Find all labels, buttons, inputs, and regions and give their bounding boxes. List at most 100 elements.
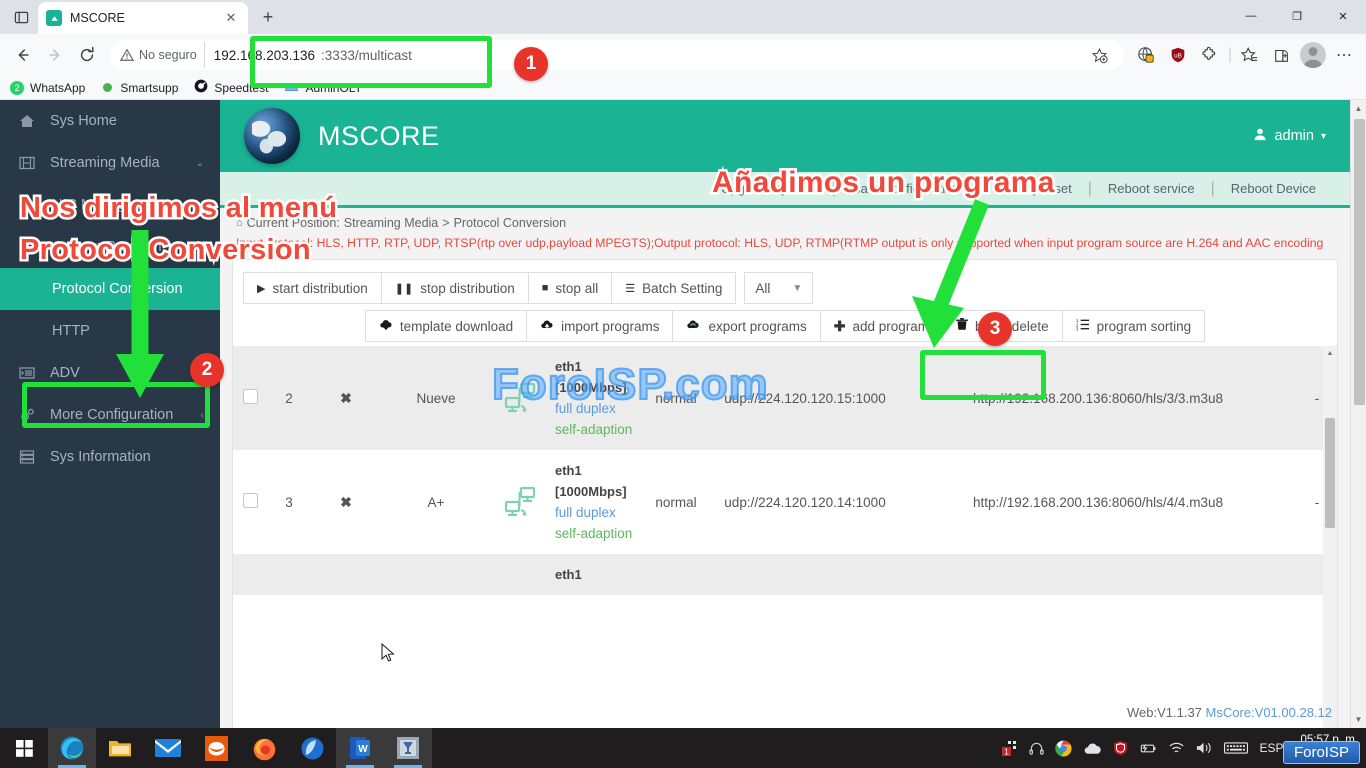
back-arrow-icon[interactable] (8, 40, 38, 70)
batch-setting-button[interactable]: ☰ Batch Setting (611, 272, 736, 304)
settings-more-icon[interactable]: ⋯ (1330, 41, 1358, 69)
stop-distribution-button[interactable]: ❚❚ stop distribution (381, 272, 528, 304)
onedrive-icon[interactable] (1083, 742, 1102, 755)
profile-avatar-icon[interactable] (1300, 42, 1326, 68)
x-mark-icon[interactable]: ✖ (340, 494, 352, 510)
bookmark-label: Smartsupp (120, 81, 178, 95)
taskbar-app-moon[interactable] (288, 728, 336, 768)
language-indicator[interactable]: ESP (1259, 741, 1283, 755)
import-programs-button[interactable]: import programs (526, 310, 672, 342)
globe-icon (244, 108, 300, 164)
nic-speed: [1000Mbps] (555, 484, 627, 499)
wifi-icon[interactable] (1168, 741, 1185, 755)
breadcrumb: ⌂ Current Position: Streaming Media > Pr… (220, 208, 1350, 230)
sidebar-item-sys-information[interactable]: Sys Information (0, 436, 220, 478)
ublock-shield-icon[interactable]: uB (1164, 41, 1192, 69)
hamburger-icon: ☰ (625, 282, 635, 295)
page-scroll-thumb[interactable] (1354, 119, 1365, 405)
reload-icon[interactable] (72, 40, 102, 70)
minimize-icon[interactable]: — (1228, 0, 1274, 32)
table-scroll-thumb[interactable] (1325, 418, 1335, 528)
taskbar-app-mail[interactable] (144, 728, 192, 768)
programs-table-area: 2 ✖ Nueve (233, 346, 1337, 728)
nic-name: eth1 (555, 463, 582, 478)
nic-duplex: full duplex (555, 505, 616, 520)
maximize-icon[interactable]: ❐ (1274, 0, 1320, 32)
row-index: 3 (267, 450, 311, 554)
row-checkbox[interactable] (243, 493, 258, 508)
taskbar-app-thunderbird[interactable] (192, 728, 240, 768)
annotation-highlight-url (250, 36, 492, 88)
row-checkbox[interactable] (243, 389, 258, 404)
sidebar-item-sys-home[interactable]: Sys Home (0, 100, 220, 142)
browser-tab[interactable]: MSCORE ✕ (38, 2, 248, 34)
annotation-note-1-line-1: Nos dirigimos al menú (20, 192, 337, 225)
export-programs-button[interactable]: export programs (672, 310, 819, 342)
user-icon (1253, 127, 1267, 145)
button-label: export programs (708, 319, 806, 334)
taskbar-app-file-explorer[interactable] (96, 728, 144, 768)
toolbar-row-primary: ▶ start distribution ❚❚ stop distributio… (233, 260, 1337, 304)
filter-select[interactable]: All ▼ (744, 272, 813, 304)
tab-search-icon[interactable] (4, 2, 38, 32)
favorite-star-icon[interactable] (1086, 41, 1114, 69)
table-row[interactable]: 3 ✖ A+ (233, 450, 1337, 554)
scroll-up-icon[interactable]: ▲ (1323, 346, 1337, 360)
program-sorting-button[interactable]: 123 program sorting (1062, 310, 1206, 342)
button-label: program sorting (1097, 319, 1192, 334)
battery-icon[interactable] (1139, 742, 1157, 755)
table-scrollbar[interactable]: ▲ (1323, 346, 1337, 728)
row-input-url: udp://224.120.120.14:1000 (711, 450, 899, 554)
whatsapp-icon: 2 (10, 81, 24, 95)
page-scrollbar[interactable]: ▲ ▼ (1350, 100, 1366, 728)
taskbar-app-edge[interactable] (48, 728, 96, 768)
windows-start-icon[interactable] (0, 728, 48, 768)
start-distribution-button[interactable]: ▶ start distribution (243, 272, 381, 304)
cloud-upload-icon (540, 319, 554, 334)
plus-icon: ✚ (834, 318, 846, 335)
version-footer: Web:V1.1.37 MsCore:V01.00.28.12 (1127, 705, 1332, 720)
row-name: A+ (381, 450, 491, 554)
translate-icon[interactable] (1132, 41, 1160, 69)
button-label: stop all (555, 281, 598, 296)
table-row[interactable]: 2 ✖ Nueve (233, 346, 1337, 450)
annotation-badge-3: 3 (978, 312, 1012, 346)
template-download-button[interactable]: template download (365, 310, 526, 342)
taskbar-app-firefox[interactable] (240, 728, 288, 768)
cloud-download-icon (379, 319, 393, 334)
split-screen-icon[interactable] (1268, 41, 1296, 69)
security-status[interactable]: No seguro (120, 48, 197, 62)
close-icon[interactable]: ✕ (222, 9, 240, 27)
plus-icon[interactable]: + (254, 3, 282, 31)
breadcrumb-protocol-conversion: Protocol Conversion (454, 216, 567, 230)
bookmark-smartsupp[interactable]: Smartsupp (101, 81, 178, 95)
taskbar-app-word[interactable]: W (336, 728, 384, 768)
volume-icon[interactable] (1196, 741, 1213, 755)
user-name: admin (1274, 128, 1314, 144)
bookmarks-bar: 2 WhatsApp Smartsupp Speedtest AdminOLT (0, 76, 1366, 100)
user-menu[interactable]: admin ▾ (1253, 127, 1326, 145)
film-icon (18, 155, 36, 171)
chrome-icon[interactable] (1055, 740, 1072, 757)
breadcrumb-streaming-media[interactable]: Streaming Media (344, 216, 439, 230)
action-reboot-service[interactable]: Reboot service (1092, 181, 1211, 196)
notifications-badge-icon[interactable]: 1 (1002, 740, 1018, 756)
table-row[interactable]: eth1 (233, 554, 1337, 595)
scroll-up-icon[interactable]: ▲ (1351, 100, 1366, 117)
bookmark-whatsapp[interactable]: 2 WhatsApp (10, 81, 85, 95)
row-name (381, 554, 491, 595)
mcafee-icon[interactable] (1113, 740, 1128, 756)
headset-icon[interactable] (1029, 741, 1044, 756)
keyboard-icon[interactable] (1224, 741, 1248, 755)
sidebar-item-streaming-media[interactable]: Streaming Media ⌄ (0, 142, 220, 184)
action-reboot-device[interactable]: Reboot Device (1215, 181, 1332, 196)
filter-value: All (755, 281, 770, 296)
x-mark-icon[interactable]: ✖ (340, 390, 352, 406)
server-icon (18, 449, 36, 465)
close-icon[interactable]: ✕ (1320, 0, 1366, 32)
scroll-down-icon[interactable]: ▼ (1351, 711, 1366, 728)
taskbar-app-winbox[interactable] (384, 728, 432, 768)
collections-star-icon[interactable] (1236, 41, 1264, 69)
stop-all-button[interactable]: ■ stop all (528, 272, 611, 304)
extensions-puzzle-icon[interactable] (1196, 41, 1224, 69)
